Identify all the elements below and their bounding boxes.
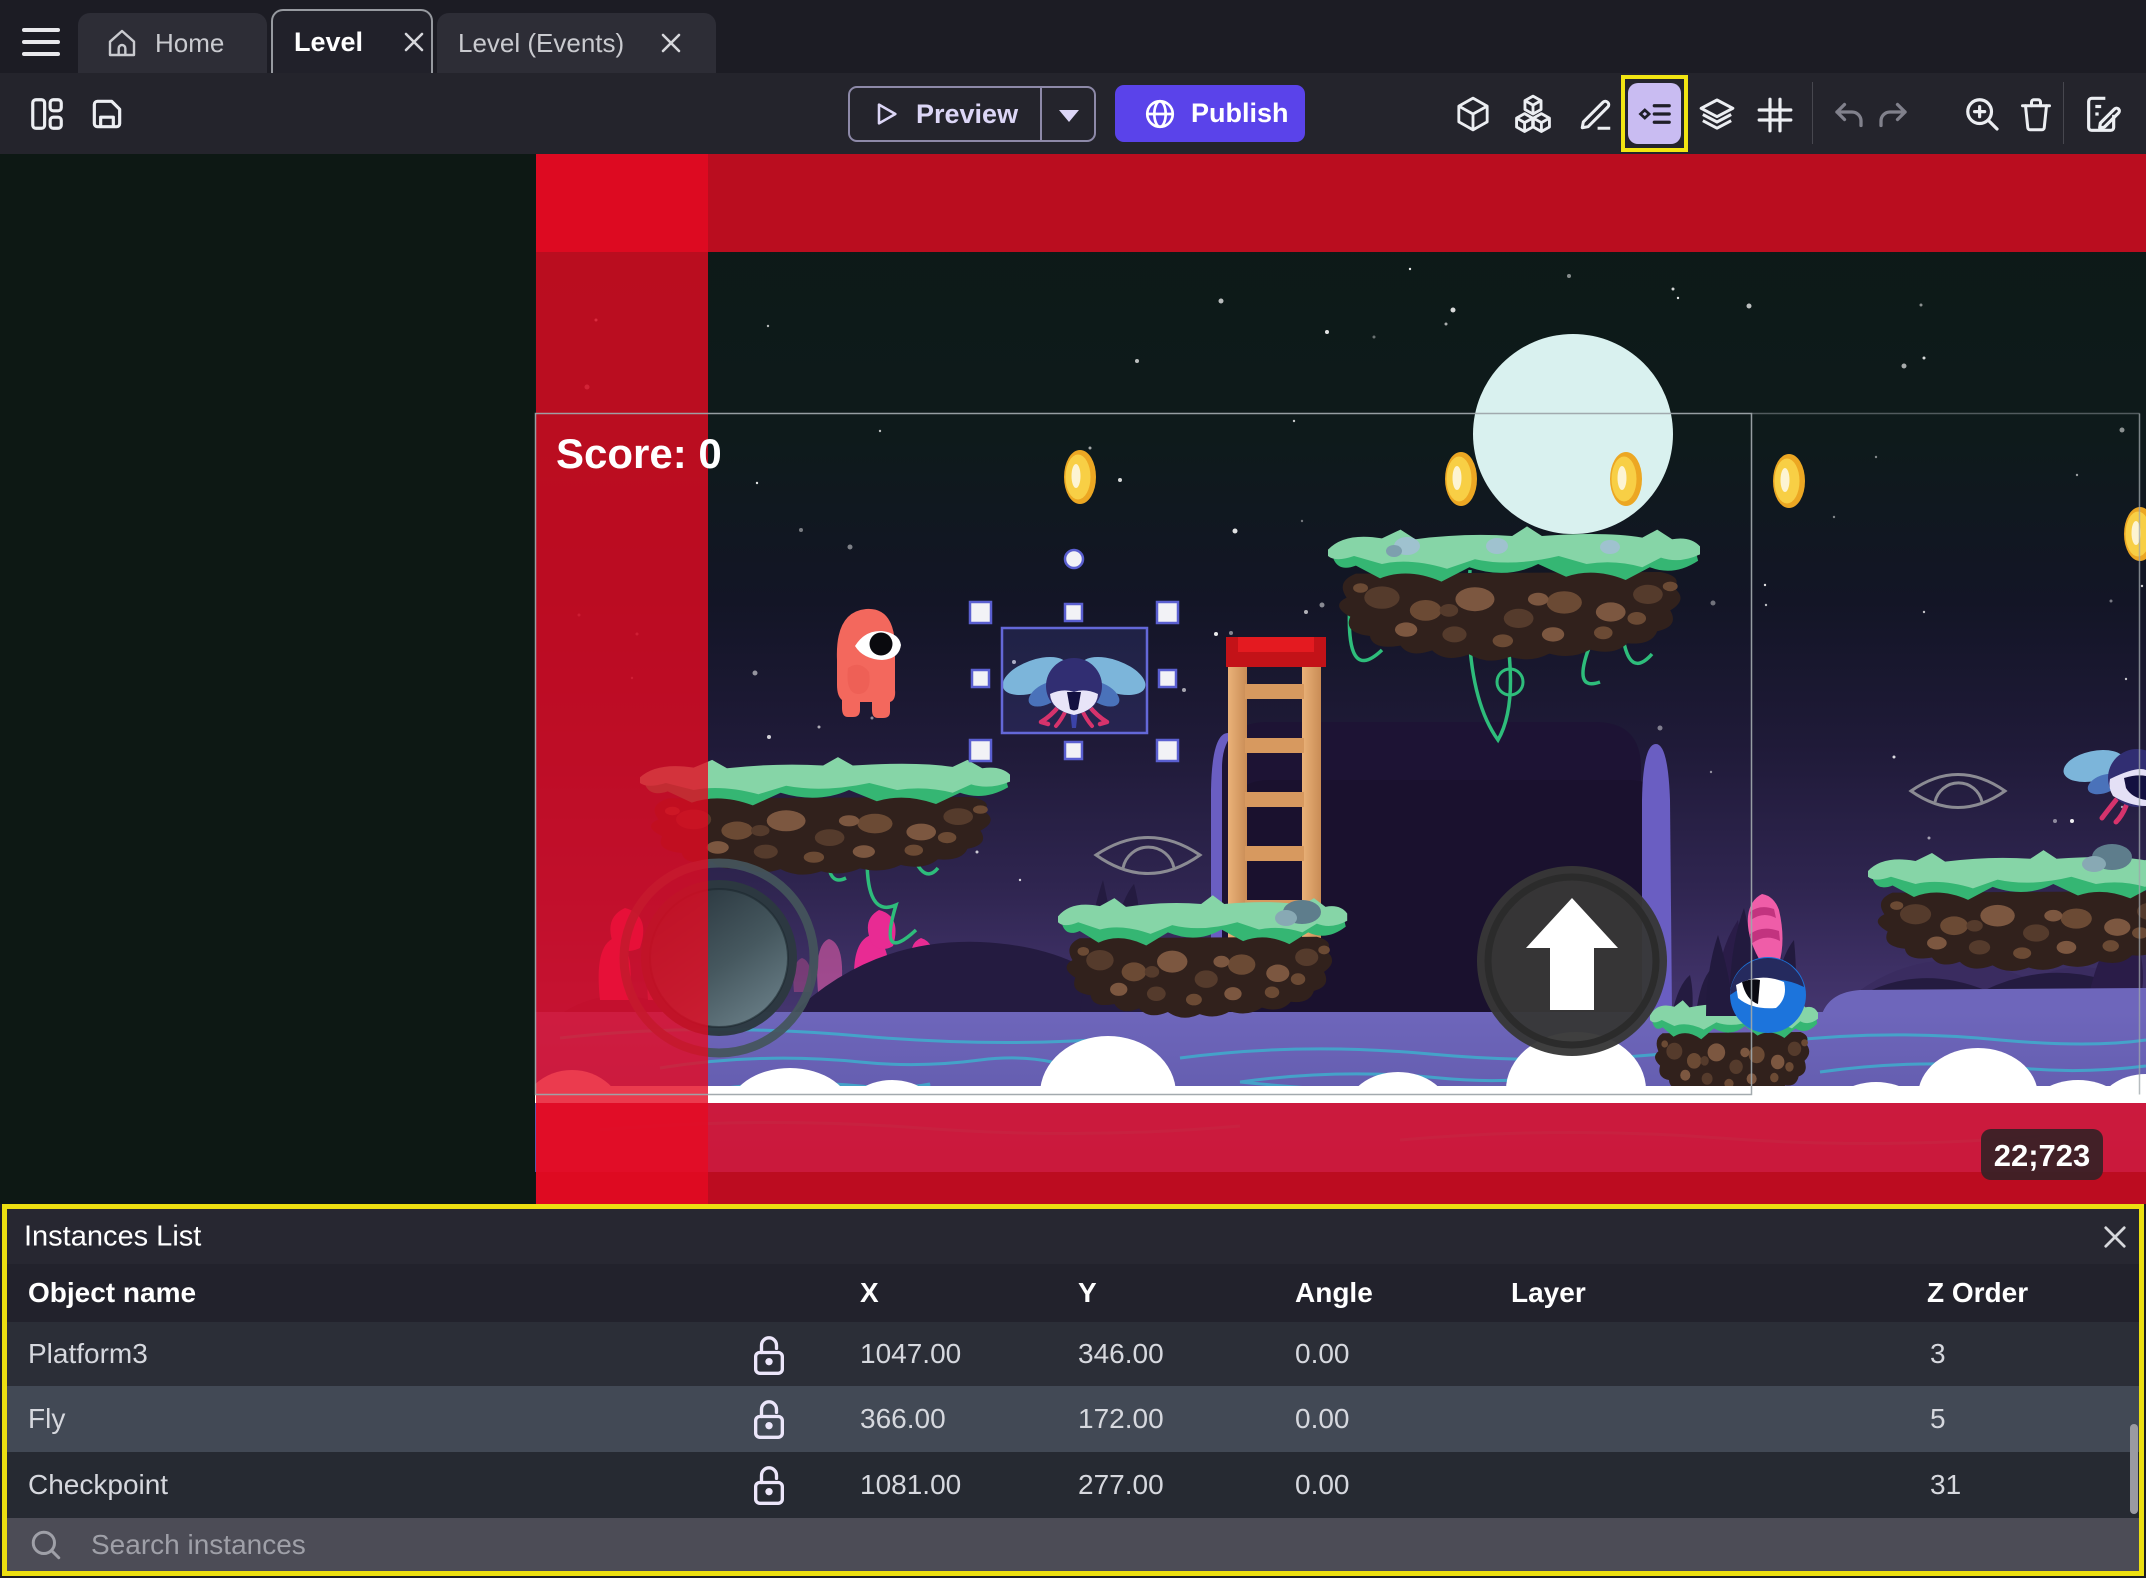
svg-text:22;723: 22;723 <box>1994 1138 2091 1173</box>
svg-text:Score: 0: Score: 0 <box>556 430 722 477</box>
